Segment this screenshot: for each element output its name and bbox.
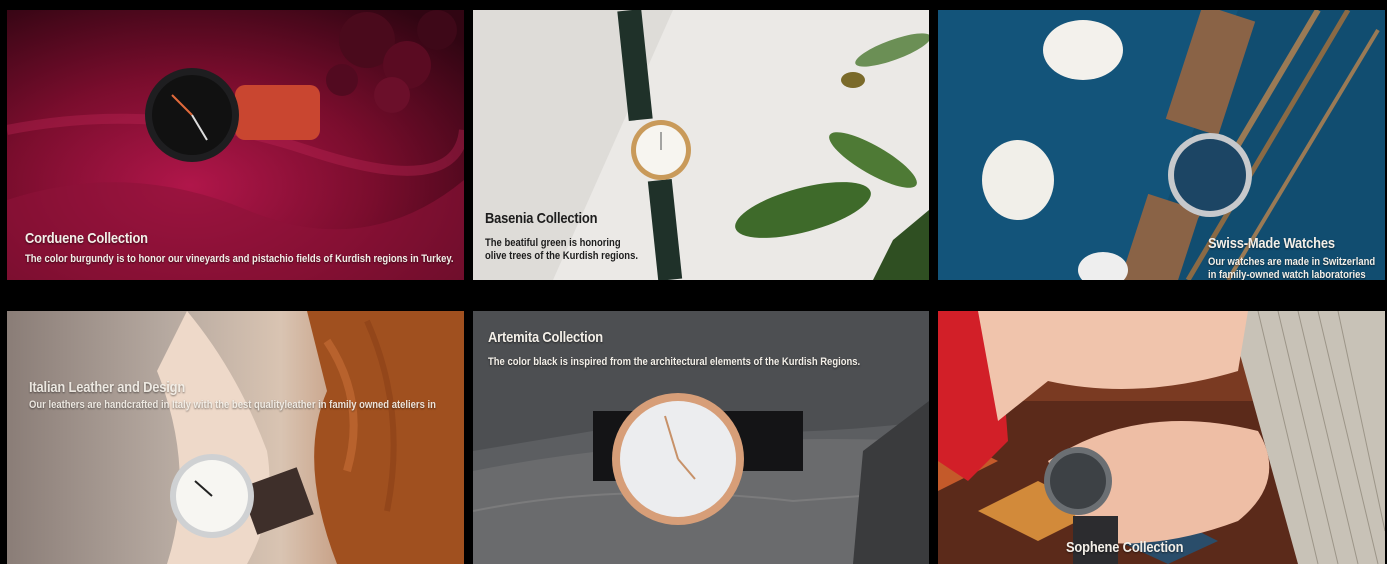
tile-title: Swiss-Made Watches [1208,235,1335,252]
tile-basenia-collection[interactable]: Basenia Collection The beatiful green is… [473,10,929,280]
tile-description: The color burgundy is to honor our viney… [25,253,454,265]
tile-artemita-collection[interactable]: Artemita Collection The color black is i… [473,311,929,564]
tile-description-line-2: in family-owned watch laboratories [1208,269,1366,280]
tile-caption: Basenia Collection The beatiful green is… [485,210,663,263]
tile-italian-leather-and-design[interactable]: Italian Leather and Design Our leathers … [7,311,464,564]
tile-title: Sophene Collection [1066,539,1184,556]
tile-caption: Artemita Collection The color black is i… [488,329,921,369]
tile-caption: Corduene Collection The color burgundy i… [25,230,464,266]
tile-title: Corduene Collection [25,230,148,247]
italian-leather-image [7,311,464,564]
tile-swiss-made-watches[interactable]: Swiss-Made Watches Our watches are made … [938,10,1385,280]
tile-title: Italian Leather and Design [29,379,186,396]
collections-grid: Corduene Collection The color burgundy i… [0,0,1387,564]
tile-caption: Italian Leather and Design Our leathers … [29,379,464,412]
tile-title: Basenia Collection [485,210,598,227]
tile-corduene-collection[interactable]: Corduene Collection The color burgundy i… [7,10,464,280]
tile-description: The color black is inspired from the arc… [488,356,861,368]
tile-title: Artemita Collection [488,329,604,346]
tile-caption: Swiss-Made Watches Our watches are made … [1208,235,1385,280]
tile-description-line-1: Our watches are made in Switzerland [1208,256,1376,268]
tile-description: Our leathers are handcrafted in Italy wi… [29,399,436,411]
tile-sophene-collection[interactable]: Sophene Collection [938,311,1385,564]
sophene-watch-image [938,311,1385,564]
tile-description-line-2: olive trees of the Kurdish regions. [485,250,638,262]
tile-caption: Sophene Collection [1066,539,1202,556]
tile-description-line-1: The beatiful green is honoring [485,237,621,249]
